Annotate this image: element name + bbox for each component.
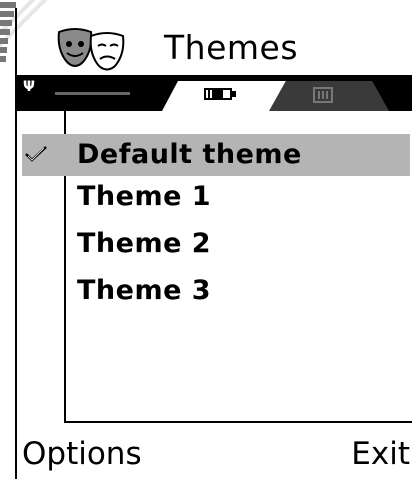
check-icon [25, 146, 47, 162]
signal-strength-icon [0, 2, 16, 80]
tab-strip: Ψ [17, 75, 412, 111]
exit-button[interactable]: Exit [351, 436, 410, 472]
list-item-label: Theme 3 [77, 275, 212, 306]
grid-tab-icon [313, 87, 333, 103]
list-item-label: Default theme [77, 139, 302, 170]
softkey-bar: Options Exit [22, 436, 412, 476]
list-item-theme-2[interactable]: Theme 2 [22, 223, 412, 270]
list-item-default-theme[interactable]: Default theme [22, 134, 410, 176]
options-button[interactable]: Options [22, 436, 142, 472]
list-item-label: Theme 2 [77, 228, 212, 259]
list-item-label: Theme 1 [77, 181, 212, 212]
battery-tab-icon [204, 88, 236, 100]
theater-masks-icon [57, 28, 125, 71]
antenna-icon: Ψ [23, 79, 35, 95]
list-item-theme-1[interactable]: Theme 1 [22, 176, 412, 223]
tab-left-line [55, 92, 130, 95]
title-bar: Themes [17, 14, 412, 76]
theme-list: Default theme Theme 1 Theme 2 Theme 3 [22, 134, 412, 317]
page-title: Themes [164, 28, 299, 67]
list-item-theme-3[interactable]: Theme 3 [22, 270, 412, 317]
